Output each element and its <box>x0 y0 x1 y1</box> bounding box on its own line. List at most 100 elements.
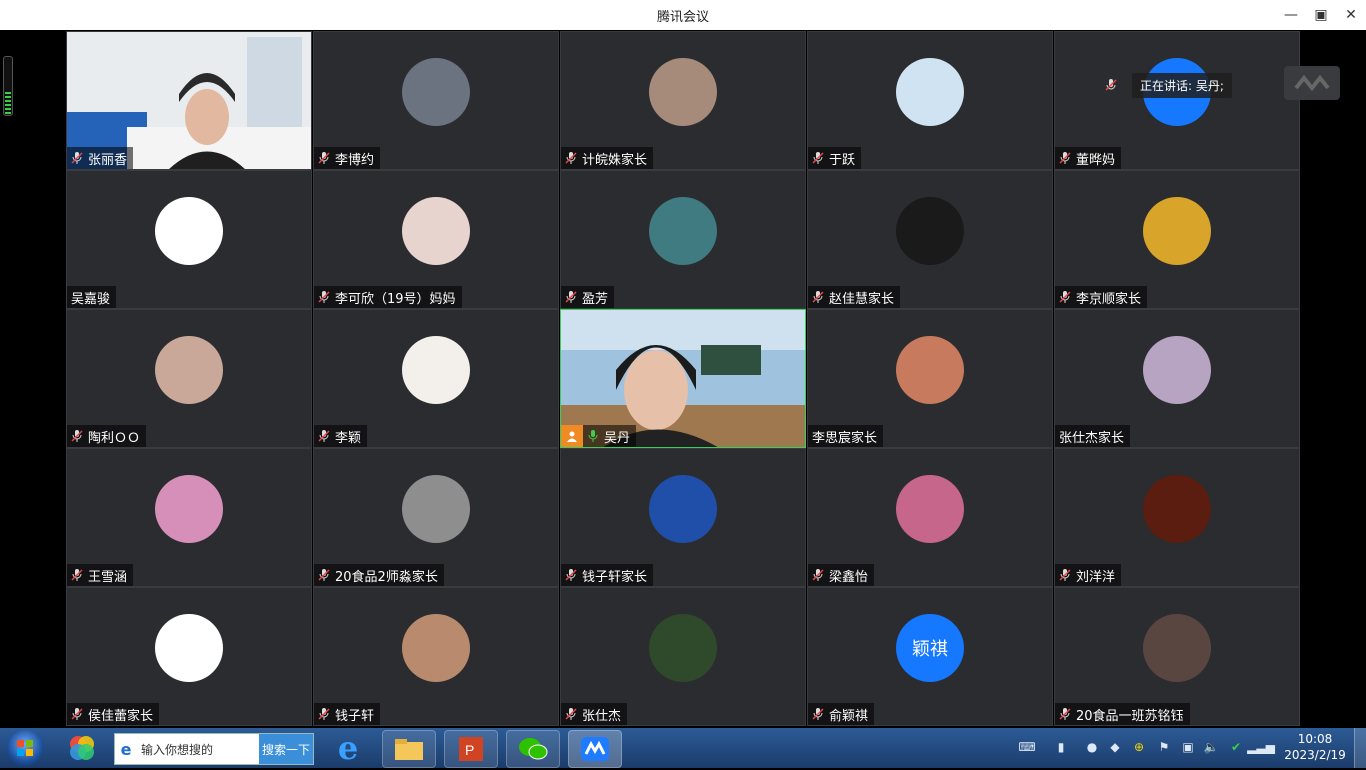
svg-text:P: P <box>465 742 474 758</box>
participant-name-bar: 张仕杰 <box>561 703 628 725</box>
mic-muted-icon <box>71 430 83 442</box>
participant-tile[interactable]: 梁鑫怡 <box>807 448 1053 587</box>
participant-tile[interactable]: 陶利ＯＯ <box>66 309 312 448</box>
mic-muted-icon <box>1059 152 1071 164</box>
participant-tile[interactable]: 张丽香 <box>66 31 312 170</box>
participant-name: 计皖姝家长 <box>582 152 648 168</box>
network-signal-icon[interactable]: ▂▃▅ <box>1247 738 1275 756</box>
cloud-logo-icon <box>1284 66 1340 100</box>
wechat-tray-icon[interactable]: ● <box>1083 738 1101 756</box>
participant-avatar <box>155 196 223 265</box>
participant-tile[interactable]: 侯佳蕾家长 <box>66 587 312 726</box>
meeting-tray-icon[interactable]: ◆ <box>1106 738 1124 756</box>
mic-muted-icon <box>1059 569 1071 581</box>
device-tray-icon[interactable]: ▣ <box>1179 738 1197 756</box>
participant-tile[interactable]: 于跃 <box>807 31 1053 170</box>
file-explorer-icon[interactable] <box>382 730 436 768</box>
participant-tile[interactable]: 李京顺家长 <box>1054 170 1300 309</box>
clock-date: 2023/2/19 <box>1284 748 1346 762</box>
system-clock[interactable]: 10:08 2023/2/19 <box>1280 731 1350 763</box>
speaking-indicator: 正在讲话: 吴丹; <box>1104 72 1232 98</box>
participant-grid: 张丽香 李博约 计皖姝家长 于跃 董晔妈吴嘉骏 李可欣（19号）妈妈 盈芳 赵佳慧家长 李京顺家… <box>66 31 1300 728</box>
participant-name: 陶利ＯＯ <box>88 430 141 446</box>
battery-icon[interactable]: ▮ <box>1052 738 1070 756</box>
participant-name-bar: 李京顺家长 <box>1055 286 1148 308</box>
participant-avatar <box>1143 474 1211 543</box>
participant-tile[interactable]: 计皖姝家长 <box>560 31 806 170</box>
participant-avatar <box>155 335 223 404</box>
participant-avatar <box>402 335 470 404</box>
participant-name: 吴丹 <box>604 430 631 446</box>
participant-tile[interactable]: 李博约 <box>313 31 559 170</box>
participant-name: 梁鑫怡 <box>829 569 869 585</box>
mic-muted-icon <box>318 708 330 720</box>
participant-avatar <box>155 613 223 682</box>
participant-tile[interactable]: 董晔妈 <box>1054 31 1300 170</box>
participant-avatar <box>402 474 470 543</box>
host-badge-icon <box>561 425 583 447</box>
wechat-icon[interactable] <box>506 730 560 768</box>
search-input[interactable]: 输入你想搜的 <box>137 734 259 764</box>
participant-tile[interactable]: 王雪涵 <box>66 448 312 587</box>
start-button[interactable] <box>6 730 44 766</box>
participant-name: 张丽香 <box>88 152 128 168</box>
participant-tile[interactable]: 赵佳慧家长 <box>807 170 1053 309</box>
participant-name-bar: 吴丹 <box>561 425 637 447</box>
participant-tile[interactable]: 李可欣（19号）妈妈 <box>313 170 559 309</box>
participant-tile[interactable]: 钱子轩家长 <box>560 448 806 587</box>
mic-muted-icon <box>812 569 824 581</box>
participant-tile[interactable]: 20食品2师淼家长 <box>313 448 559 587</box>
participant-tile[interactable]: 李颖 <box>313 309 559 448</box>
participant-name-bar: 李思宸家长 <box>808 425 884 447</box>
participant-tile[interactable]: 张仕杰家长 <box>1054 309 1300 448</box>
participant-name-bar: 董晔妈 <box>1055 147 1122 169</box>
close-button[interactable]: ✕ <box>1336 0 1366 30</box>
participant-avatar <box>896 474 964 543</box>
participant-tile[interactable]: 张仕杰 <box>560 587 806 726</box>
app-launcher-icon[interactable] <box>56 730 108 766</box>
tencent-meeting-icon[interactable] <box>568 730 622 768</box>
participant-name: 王雪涵 <box>88 569 128 585</box>
internet-explorer-icon[interactable]: e <box>322 729 374 767</box>
search-box[interactable]: e 输入你想搜的 搜索一下 <box>114 733 314 765</box>
participant-tile[interactable]: 吴嘉骏 <box>66 170 312 309</box>
search-button[interactable]: 搜索一下 <box>259 734 313 764</box>
participant-name: 董晔妈 <box>1076 152 1116 168</box>
participant-tile[interactable]: 刘洋洋 <box>1054 448 1300 587</box>
mic-muted-icon <box>1059 708 1071 720</box>
show-desktop-button[interactable] <box>1354 728 1366 768</box>
participant-name-bar: 计皖姝家长 <box>561 147 654 169</box>
participant-tile[interactable]: 吴丹 <box>560 309 806 448</box>
participant-name-bar: 钱子轩家长 <box>561 564 654 586</box>
powerpoint-icon[interactable]: P <box>444 730 498 768</box>
mic-muted-icon <box>318 430 330 442</box>
volume-icon[interactable]: 🔈 <box>1202 738 1220 756</box>
participant-name-bar: 陶利ＯＯ <box>67 425 147 447</box>
participant-name: 钱子轩家长 <box>582 569 648 585</box>
window-title: 腾讯会议 <box>656 10 709 25</box>
avatar-initials: 颖祺 <box>912 638 948 660</box>
mic-muted-icon <box>318 152 330 164</box>
mic-muted-icon <box>318 569 330 581</box>
participant-name: 李颖 <box>335 430 362 446</box>
restore-button[interactable]: ▣ <box>1306 0 1336 30</box>
participant-name: 20食品2师淼家长 <box>335 569 438 585</box>
add-tray-icon[interactable]: ⊕ <box>1130 738 1148 756</box>
participant-tile[interactable]: 颖祺俞颖祺 <box>807 587 1053 726</box>
minimize-button[interactable]: — <box>1276 0 1306 30</box>
ie-search-icon: e <box>120 739 132 759</box>
participant-name-bar: 盈芳 <box>561 286 615 308</box>
participant-name-bar: 于跃 <box>808 147 862 169</box>
keyboard-icon[interactable]: ⌨ <box>1018 738 1036 756</box>
security-tray-icon[interactable]: ⚑ <box>1155 738 1173 756</box>
participant-tile[interactable]: 20食品一班苏铭钰 <box>1054 587 1300 726</box>
participant-tile[interactable]: 钱子轩 <box>313 587 559 726</box>
participant-name-bar: 俞颖祺 <box>808 703 875 725</box>
mic-muted-icon <box>1105 79 1117 91</box>
shield-check-icon[interactable]: ✔ <box>1227 738 1245 756</box>
participant-tile[interactable]: 盈芳 <box>560 170 806 309</box>
participant-tile[interactable]: 李思宸家长 <box>807 309 1053 448</box>
participant-name: 李可欣（19号）妈妈 <box>335 291 456 307</box>
audio-level-meter <box>3 56 13 116</box>
participant-name-bar: 20食品2师淼家长 <box>314 564 444 586</box>
